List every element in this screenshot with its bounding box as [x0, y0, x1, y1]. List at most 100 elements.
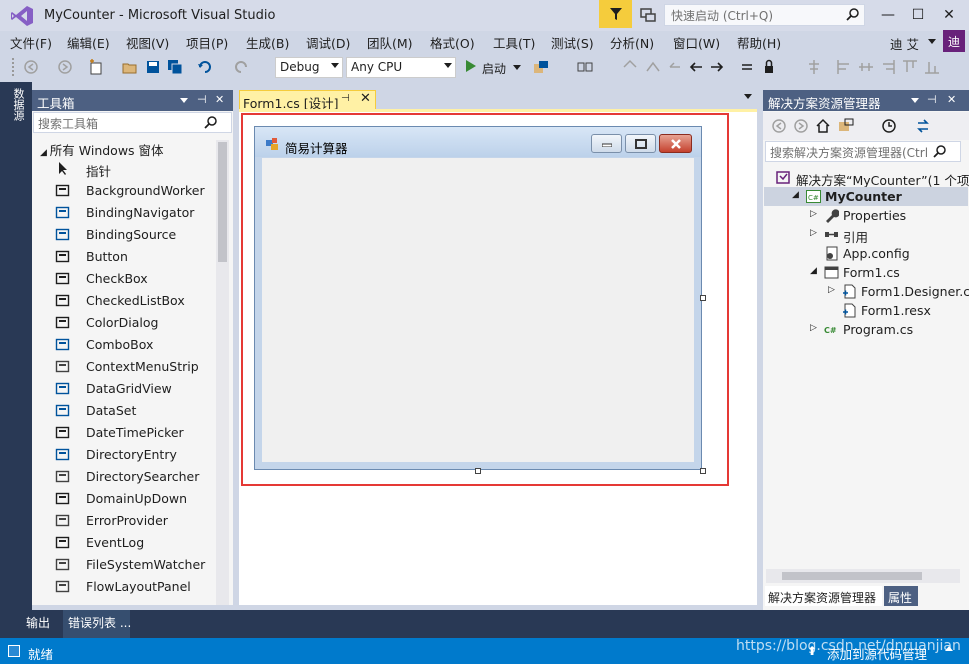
resize-handle-bottom[interactable] — [475, 468, 481, 474]
solution-options-icon[interactable] — [911, 98, 919, 103]
menu-build[interactable]: 生成(B) — [246, 33, 289, 52]
document-list-dropdown-icon[interactable] — [744, 94, 752, 99]
start-play-icon[interactable] — [466, 60, 476, 72]
redo-icon[interactable] — [233, 59, 249, 75]
toolbox-item[interactable]: FileSystemWatcher — [55, 554, 215, 576]
format-bring-front-icon[interactable] — [645, 59, 661, 75]
maximize-button[interactable]: ☐ — [903, 4, 933, 26]
toolbox-pin-icon[interactable]: ⊣ — [197, 93, 207, 106]
toolbox-search-input[interactable]: 搜索工具箱 — [33, 112, 232, 133]
toolbox-group-all-windows-forms[interactable]: ◢ 所有 Windows 窗体 — [40, 140, 164, 159]
collapsed-triangle-icon[interactable]: ▷ — [828, 285, 835, 295]
lock-controls-icon[interactable] — [761, 59, 777, 75]
search-icon[interactable] — [846, 7, 860, 21]
open-file-icon[interactable] — [122, 59, 138, 75]
menu-debug[interactable]: 调试(D) — [306, 33, 350, 52]
expanded-triangle-icon[interactable]: ◢ — [810, 266, 817, 276]
solution-tree-item[interactable]: ▷ Form1.Designer.cs — [764, 282, 969, 301]
toolbox-close-icon[interactable]: ✕ — [215, 93, 224, 106]
menu-edit[interactable]: 编辑(E) — [67, 33, 110, 52]
solution-tree-item[interactable]: ◢ Form1.cs — [764, 263, 968, 282]
align-rights-icon[interactable] — [880, 59, 896, 75]
tab-output[interactable]: 输出 — [26, 614, 50, 631]
align-middles-icon[interactable] — [858, 59, 874, 75]
solution-configuration-select[interactable]: Debug — [275, 57, 343, 78]
sync-icon[interactable] — [915, 118, 931, 134]
menu-file[interactable]: 文件(F) — [10, 33, 52, 52]
feedback-flag-button[interactable] — [599, 0, 632, 28]
new-project-icon[interactable] — [88, 59, 104, 75]
toolbar-grip[interactable] — [12, 58, 16, 76]
toolbox-item[interactable]: CheckBox — [55, 268, 215, 290]
toolbox-item[interactable]: DateTimePicker — [55, 422, 215, 444]
format-align-icon[interactable] — [622, 59, 638, 75]
menu-view[interactable]: 视图(V) — [126, 33, 169, 52]
solution-tree-item[interactable]: ◢ C# MyCounter — [764, 187, 968, 206]
format-send-back-icon[interactable] — [667, 59, 683, 75]
align-tops-icon[interactable] — [902, 59, 918, 75]
toolbox-item[interactable]: DataSet — [55, 400, 215, 422]
solution-tree-item[interactable]: ▷ Properties — [764, 206, 968, 225]
browser-link-icon[interactable] — [533, 59, 549, 75]
equal-spacing-icon[interactable] — [739, 59, 755, 75]
toolbox-item[interactable]: DirectoryEntry — [55, 444, 215, 466]
toolbox-item[interactable]: BackgroundWorker — [55, 180, 215, 202]
solution-tree-item[interactable]: ▷ C# Program.cs — [764, 320, 968, 339]
solution-scroll-thumb[interactable] — [782, 572, 922, 580]
layout-grid-icon[interactable] — [577, 59, 593, 75]
toolbox-options-icon[interactable] — [180, 98, 188, 103]
navigate-back-icon[interactable] — [23, 59, 39, 75]
user-avatar[interactable]: 迪 — [943, 30, 965, 52]
switch-views-icon[interactable] — [838, 118, 854, 134]
menu-format[interactable]: 格式(O) — [430, 33, 475, 52]
toolbox-item[interactable]: FlowLayoutPanel — [55, 576, 215, 598]
search-icon[interactable] — [933, 144, 947, 158]
form-minimize-button[interactable] — [591, 134, 622, 153]
solution-tree-item[interactable]: ▷ 引用 — [764, 225, 968, 245]
start-debugging-button[interactable]: 启动 — [482, 60, 506, 77]
start-dropdown-icon[interactable] — [513, 65, 521, 70]
toolbox-item[interactable]: DomainUpDown — [55, 488, 215, 510]
sol-forward-icon[interactable] — [793, 118, 809, 134]
toolbox-item[interactable]: ContextMenuStrip — [55, 356, 215, 378]
solution-tree-item[interactable]: App.config — [764, 244, 968, 263]
home-icon[interactable] — [815, 118, 831, 134]
solution-platform-select[interactable]: Any CPU — [346, 57, 456, 78]
menu-help[interactable]: 帮助(H) — [737, 33, 781, 52]
collapsed-triangle-icon[interactable]: ▷ — [810, 228, 817, 238]
collapsed-triangle-icon[interactable]: ▷ — [810, 323, 817, 333]
resize-handle-bottom-right[interactable] — [700, 468, 706, 474]
notification-icon[interactable] — [639, 6, 657, 24]
arrow-right-icon[interactable] — [709, 59, 725, 75]
user-menu-caret-icon[interactable] — [928, 39, 936, 44]
toolbox-item[interactable]: DataGridView — [55, 378, 215, 400]
menu-tools[interactable]: 工具(T) — [493, 33, 535, 52]
save-all-icon[interactable] — [167, 59, 183, 75]
quick-launch-input[interactable]: 快速启动 (Ctrl+Q) — [664, 4, 865, 26]
align-bottoms-icon[interactable] — [924, 59, 940, 75]
save-icon[interactable] — [145, 59, 161, 75]
solution-close-icon[interactable]: ✕ — [947, 93, 956, 106]
undo-icon[interactable] — [197, 59, 213, 75]
close-tab-icon[interactable]: ✕ — [360, 91, 371, 106]
solution-pin-icon[interactable]: ⊣ — [927, 93, 937, 106]
form-close-button[interactable] — [659, 134, 692, 153]
toolbox-item[interactable]: CheckedListBox — [55, 290, 215, 312]
close-button[interactable]: ✕ — [934, 4, 964, 26]
pin-tab-icon[interactable]: ⊣ — [341, 93, 350, 104]
search-icon[interactable] — [204, 115, 218, 129]
menu-project[interactable]: 项目(P) — [186, 33, 228, 52]
expanded-triangle-icon[interactable]: ◢ — [792, 190, 799, 200]
align-center-icon[interactable] — [806, 59, 822, 75]
toolbox-item[interactable]: ComboBox — [55, 334, 215, 356]
toolbox-item[interactable]: ColorDialog — [55, 312, 215, 334]
toolbox-item[interactable]: ErrorProvider — [55, 510, 215, 532]
menu-test[interactable]: 测试(S) — [551, 33, 594, 52]
toolbox-item[interactable]: BindingSource — [55, 224, 215, 246]
toolbox-item[interactable]: 指针 — [55, 158, 215, 180]
align-lefts-icon[interactable] — [836, 59, 852, 75]
solution-tree-item[interactable]: Form1.resx — [764, 301, 968, 320]
toolbox-item[interactable]: EventLog — [55, 532, 215, 554]
toolbox-scroll-thumb[interactable] — [218, 142, 227, 262]
pending-changes-filter-icon[interactable] — [881, 118, 897, 134]
